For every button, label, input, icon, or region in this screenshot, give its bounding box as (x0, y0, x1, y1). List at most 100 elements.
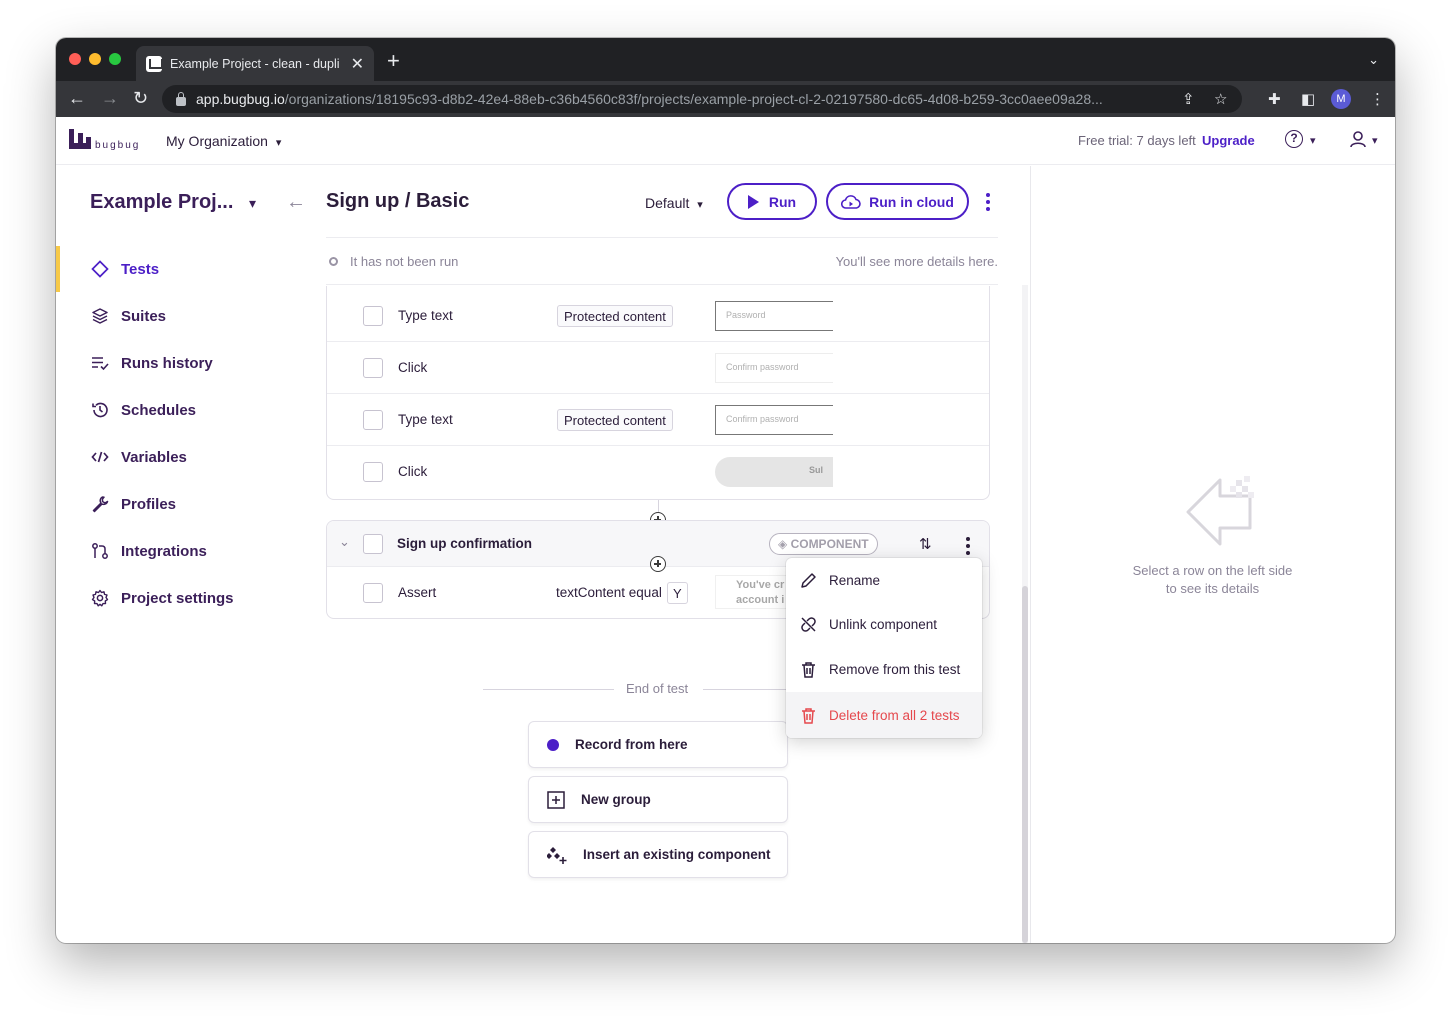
help-chevron-icon[interactable]: ▾ (1310, 134, 1316, 147)
project-title[interactable]: Example Proj... (90, 191, 233, 214)
browser-menu-icon[interactable]: ⋮ (1370, 90, 1385, 108)
app-header: bugbug My Organization ▾ Free trial: 7 d… (56, 117, 1395, 165)
run-status-bar: It has not been run You'll see more deta… (326, 237, 998, 285)
component-diamond-icon: ◈ (778, 537, 791, 551)
menu-item-delete-from-all-tests[interactable]: Delete from all 2 tests (786, 692, 982, 738)
collapse-chevron-icon[interactable]: ⌄ (339, 534, 350, 550)
step-row[interactable]: Click Sul (327, 446, 989, 498)
insert-component-label: Insert an existing component (583, 847, 771, 862)
tab-close-icon[interactable]: ✕ (351, 54, 364, 74)
address-bar: ← → ↻ app.bugbug.io/organizations/18195c… (56, 81, 1395, 117)
help-icon[interactable]: ? (1285, 130, 1303, 148)
new-group-label: New group (581, 792, 651, 807)
test-more-options-icon[interactable] (986, 193, 990, 214)
add-step-icon[interactable] (650, 556, 666, 572)
component-more-options-icon[interactable] (966, 537, 970, 558)
sidebar-item-label: Variables (121, 448, 187, 466)
step-checkbox[interactable] (363, 583, 383, 603)
extensions-icon[interactable]: ✚ (1268, 90, 1281, 108)
maximize-window-button[interactable] (109, 53, 121, 65)
side-panel-icon[interactable]: ◧ (1301, 90, 1315, 108)
menu-item-unlink-component[interactable]: Unlink component (786, 602, 982, 647)
new-group-button[interactable]: New group (528, 776, 788, 823)
back-arrow-icon[interactable]: ← (286, 191, 306, 214)
profile-avatar[interactable]: M (1331, 89, 1351, 109)
reload-icon[interactable]: ↻ (133, 88, 148, 109)
sidebar-item-integrations[interactable]: Integrations (91, 539, 207, 563)
layers-icon (92, 308, 108, 324)
share-icon[interactable]: ⇪ (1182, 90, 1195, 108)
sidebar-item-label: Runs history (121, 354, 213, 372)
reorder-steps-icon[interactable]: ⇅ (919, 535, 932, 553)
sidebar-item-project-settings[interactable]: Project settings (91, 586, 234, 610)
record-from-here-button[interactable]: Record from here (528, 721, 788, 768)
menu-item-remove-from-test[interactable]: Remove from this test (786, 647, 982, 692)
record-icon (547, 738, 559, 751)
sidebar-item-runs-history[interactable]: Runs history (91, 351, 213, 375)
upgrade-link[interactable]: Upgrade (1202, 133, 1255, 148)
sidebar-item-schedules[interactable]: Schedules (91, 398, 196, 422)
sidebar-item-label: Tests (121, 260, 160, 278)
run-button-label: Run (768, 193, 797, 210)
scrollbar-thumb[interactable] (1022, 586, 1028, 943)
step-checkbox[interactable] (363, 358, 383, 378)
step-type: Click (398, 464, 428, 479)
sidebar-item-tests[interactable]: Tests (91, 257, 159, 281)
project-chevron-icon[interactable]: ▾ (249, 195, 256, 212)
bugbug-logo[interactable]: bugbug (69, 129, 140, 151)
sidebar-item-label: Project settings (121, 589, 234, 607)
menu-item-label: Unlink component (829, 617, 938, 632)
divider (483, 689, 614, 690)
lock-icon (176, 91, 186, 106)
unlink-icon (801, 617, 816, 632)
new-tab-button[interactable]: + (387, 50, 400, 72)
url-field[interactable]: app.bugbug.io/organizations/18195c93-d8b… (162, 85, 1242, 113)
step-type: Assert (398, 585, 437, 600)
sidebar-item-variables[interactable]: Variables (91, 445, 187, 469)
play-icon (747, 194, 759, 209)
step-checkbox[interactable] (363, 462, 383, 482)
step-type: Type text (398, 412, 453, 427)
step-value-tag: Protected content (557, 409, 673, 431)
add-square-icon (547, 790, 565, 809)
menu-item-rename[interactable]: Rename (786, 558, 982, 603)
active-nav-marker (56, 246, 60, 292)
browser-tab[interactable]: Example Project - clean - dupli ✕ (136, 46, 374, 81)
insert-component-button[interactable]: Insert an existing component (528, 831, 788, 878)
user-chevron-icon[interactable]: ▾ (1372, 134, 1378, 147)
divider (703, 689, 786, 690)
component-badge-label: COMPONENT (790, 537, 869, 551)
group-checkbox[interactable] (363, 534, 383, 554)
step-checkbox[interactable] (363, 410, 383, 430)
user-icon[interactable] (1349, 130, 1367, 148)
run-profile-select[interactable]: Default ▾ (645, 195, 703, 211)
sidebar-item-profiles[interactable]: Profiles (91, 492, 176, 516)
organization-name: My Organization (166, 133, 268, 149)
component-title: Sign up confirmation (397, 536, 532, 551)
star-icon[interactable]: ☆ (1214, 90, 1227, 108)
organization-selector[interactable]: My Organization ▾ (166, 133, 281, 149)
history-icon (92, 402, 108, 418)
sidebar-item-suites[interactable]: Suites (91, 304, 166, 328)
run-button[interactable]: Run (727, 183, 817, 220)
step-row[interactable]: Type text Protected content Confirm pass… (327, 394, 989, 446)
step-row[interactable]: Click Confirm password (327, 342, 989, 394)
record-from-here-label: Record from here (575, 737, 688, 752)
minimize-window-button[interactable] (89, 53, 101, 65)
tab-title: Example Project - clean - dupli (170, 56, 340, 71)
assert-condition: textContent equal (556, 585, 662, 600)
step-value-tag: Protected content (557, 305, 673, 327)
step-checkbox[interactable] (363, 306, 383, 326)
menu-item-label: Delete from all 2 tests (829, 707, 960, 723)
chevron-down-icon: ▾ (275, 137, 282, 149)
step-row[interactable]: Type text Protected content Password (327, 290, 989, 342)
element-screenshot: Confirm password (715, 405, 833, 435)
component-insert-icon (547, 846, 567, 864)
back-icon[interactable]: ← (68, 88, 86, 109)
details-message-line: to see its details (1165, 581, 1260, 596)
tab-search-chevron-icon[interactable]: ⌄ (1368, 52, 1379, 68)
tab-bar: Example Project - clean - dupli ✕ + ⌄ (56, 38, 1395, 81)
forward-icon[interactable]: → (101, 88, 119, 109)
close-window-button[interactable] (69, 53, 81, 65)
run-in-cloud-button[interactable]: Run in cloud (826, 183, 969, 220)
